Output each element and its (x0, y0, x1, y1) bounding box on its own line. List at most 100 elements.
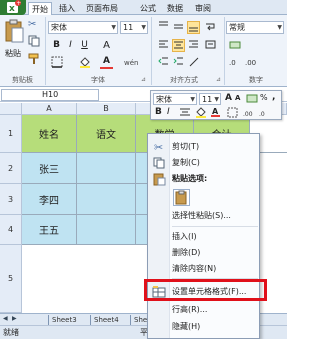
mini-accounting-button[interactable] (246, 93, 258, 104)
svg-text:x: x (9, 4, 15, 14)
menu-item-delete[interactable]: 删除(D) (172, 246, 200, 260)
decrease-decimal-button[interactable]: .00 (244, 56, 257, 69)
name-cell[interactable]: 王五 (22, 215, 77, 245)
tab-review[interactable]: 审阅 (192, 2, 214, 15)
mini-increase-decimal-button[interactable]: .0 (259, 107, 273, 118)
mini-decrease-decimal-button[interactable]: .00 (243, 107, 257, 118)
mini-percent-button[interactable]: % (260, 93, 268, 102)
tab-home[interactable]: 开始 (28, 2, 52, 16)
mini-font-name-combo[interactable]: 宋体 ▼ (153, 93, 197, 105)
group-label-number: 数字 (249, 76, 263, 84)
name-cell[interactable]: 张三 (22, 153, 77, 184)
dialog-launcher-icon[interactable]: ⊿ (141, 76, 146, 83)
increase-indent-button[interactable] (172, 56, 185, 69)
align-middle-button[interactable] (172, 21, 185, 34)
column-header[interactable]: A (22, 103, 77, 115)
select-all-corner[interactable] (0, 103, 22, 115)
phonetic-button[interactable]: wén (124, 59, 138, 67)
svg-text:A: A (212, 107, 219, 116)
font-name-value: 宋体 (51, 23, 67, 32)
score-cell[interactable] (77, 184, 136, 215)
tab-formulas[interactable]: 公式 (137, 2, 159, 15)
score-cell[interactable] (77, 215, 136, 245)
merge-center-button[interactable] (204, 39, 217, 52)
wrap-text-button[interactable] (204, 21, 217, 34)
mini-align-center-button[interactable] (179, 107, 191, 118)
name-box[interactable]: H10 (1, 89, 99, 101)
red-highlight-box (144, 279, 267, 301)
table-header-cell[interactable]: 语文 (77, 115, 136, 153)
menu-item-clear-contents[interactable]: 清除内容(N) (172, 262, 216, 276)
cut-icon[interactable]: ✂ (28, 19, 40, 31)
align-top-button[interactable] (157, 21, 170, 34)
file-menu-button[interactable]: x + (0, 0, 26, 15)
excel-logo-icon: x + (7, 0, 21, 14)
mini-bold-button[interactable]: B (155, 107, 162, 117)
mini-border-button[interactable] (227, 107, 239, 118)
row-header[interactable]: 2 (0, 153, 22, 184)
increase-decimal-button[interactable]: .0 (228, 56, 241, 69)
align-right-button[interactable] (187, 39, 200, 52)
paint-bucket-icon (79, 57, 90, 68)
menu-paste-options-label: 粘贴选项: (172, 174, 208, 183)
paste-button[interactable] (3, 19, 25, 47)
font-size-combo[interactable]: 11 ▼ (120, 21, 148, 34)
font-color-letter: A (103, 56, 110, 66)
svg-text:.00: .00 (245, 59, 256, 67)
tab-data[interactable]: 数据 (164, 2, 186, 15)
underline-button[interactable]: U (78, 39, 91, 52)
row-header[interactable]: 4 (0, 215, 22, 245)
mini-font-color-button[interactable]: A (211, 106, 221, 118)
tab-page-layout[interactable]: 页面布局 (83, 2, 121, 15)
bold-button[interactable]: B (50, 39, 63, 52)
menu-item-paste-special[interactable]: 选择性粘贴(S)... (172, 209, 231, 223)
mini-font-size-combo[interactable]: 11 ▼ (199, 93, 221, 105)
mini-italic-button[interactable]: I (167, 107, 170, 117)
menu-item-copy[interactable]: 复制(C) (172, 156, 200, 170)
decrease-indent-button[interactable] (157, 56, 170, 69)
copy-icon[interactable] (28, 35, 40, 47)
tab-insert[interactable]: 插入 (56, 2, 78, 15)
menu-item-row-height[interactable]: 行高(R)... (172, 303, 207, 317)
sheet-tab[interactable]: Sheet4 (90, 315, 122, 325)
format-painter-icon[interactable] (28, 53, 40, 65)
border-icon (227, 107, 238, 118)
menu-item-hide[interactable]: 隐藏(H) (172, 320, 200, 334)
mini-fill-color-button[interactable] (195, 107, 207, 118)
increase-font-button[interactable]: A (100, 39, 113, 52)
clipboard-icon (5, 19, 24, 43)
menu-item-cut[interactable]: 剪切(T) (172, 140, 199, 154)
table-header-cell[interactable]: 姓名 (22, 115, 77, 153)
accounting-format-button[interactable] (228, 39, 241, 52)
mini-shrink-font-button[interactable]: A (235, 94, 240, 102)
mini-comma-button[interactable]: , (272, 92, 275, 102)
paste-option-button[interactable] (173, 189, 190, 206)
row-header[interactable]: 3 (0, 184, 22, 215)
row-header[interactable]: 5 (0, 245, 22, 313)
font-name-combo[interactable]: 宋体 ▼ (48, 21, 118, 34)
mini-grow-font-button[interactable]: A (225, 93, 232, 103)
row-header[interactable]: 1 (0, 115, 22, 153)
sheet-nav-prev-icon[interactable]: ◀ (3, 315, 8, 322)
font-size-value: 11 (123, 23, 134, 32)
name-cell[interactable]: 李四 (22, 184, 77, 215)
chevron-down-icon: ▼ (277, 24, 282, 31)
font-color-button[interactable]: A (100, 56, 113, 69)
border-button[interactable] (50, 56, 63, 69)
paste-icon (152, 172, 166, 186)
fill-color-button[interactable] (78, 56, 91, 69)
score-cell[interactable] (77, 153, 136, 184)
column-header[interactable]: B (77, 103, 136, 115)
align-bottom-button[interactable] (187, 21, 200, 34)
sheet-nav-next-icon[interactable]: ▶ (12, 315, 17, 322)
align-center-button[interactable] (172, 39, 185, 52)
font-color-swatch (100, 67, 113, 69)
menu-item-insert[interactable]: 插入(I) (172, 230, 197, 244)
number-format-combo[interactable]: 常规 ▼ (226, 21, 284, 34)
align-left-button[interactable] (157, 39, 170, 52)
chevron-down-icon: ▼ (190, 96, 195, 103)
italic-button[interactable]: I (64, 39, 77, 52)
dialog-launcher-icon[interactable]: ⊿ (216, 76, 221, 83)
orientation-button[interactable] (187, 56, 200, 69)
sheet-tab[interactable]: Sheet3 (48, 315, 80, 325)
